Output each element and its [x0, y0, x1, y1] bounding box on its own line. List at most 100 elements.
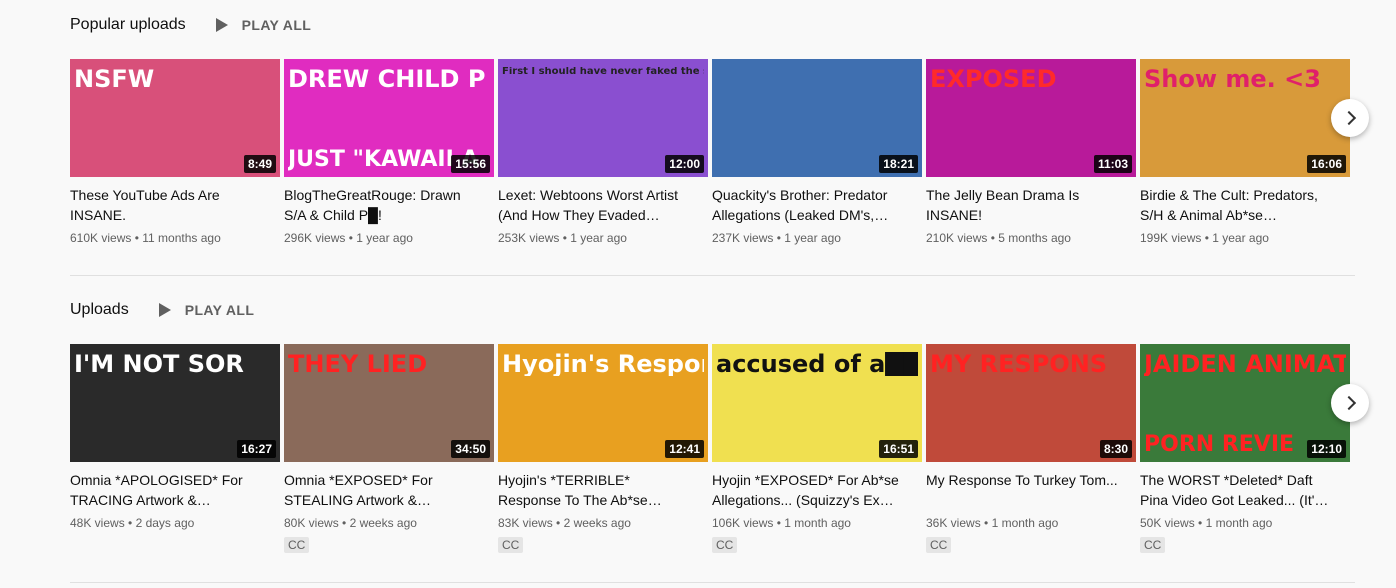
- meta-separator: •: [338, 516, 350, 530]
- video-thumbnail[interactable]: JAIDEN ANIMATIONSPORN REVIE12:10: [1140, 344, 1350, 462]
- view-count: 106K views: [712, 516, 774, 530]
- video-card[interactable]: I'M NOT SOR 16:27 Omnia *APOLOGISED* For T…: [70, 344, 280, 554]
- thumbnail-caption: NSFW: [74, 67, 155, 91]
- video-thumbnail[interactable]: accused of a████ult 16:51: [712, 344, 922, 462]
- meta-separator: •: [1194, 516, 1206, 530]
- view-count: 50K views: [1140, 516, 1195, 530]
- thumbnail-caption: accused of a████ult: [716, 352, 918, 376]
- view-count: 253K views: [498, 231, 560, 245]
- video-meta: 50K views • 1 month ago: [1140, 516, 1350, 530]
- video-thumbnail[interactable]: NSFW 8:49: [70, 59, 280, 177]
- thumbnail-caption: JAIDEN ANIMATIONS: [1144, 352, 1346, 376]
- meta-separator: •: [773, 231, 785, 245]
- thumbnail-caption: EXPOSED: [930, 67, 1057, 91]
- video-card[interactable]: NSFW 8:49 These YouTube Ads Are INSANE. 610…: [70, 59, 280, 245]
- video-card[interactable]: Show me. <3 16:06 Birdie & The Cult: Preda…: [1140, 59, 1350, 245]
- video-title[interactable]: Birdie & The Cult: Predators, S/H & Anim…: [1140, 185, 1350, 225]
- video-row: NSFW 8:49 These YouTube Ads Are INSANE. 610…: [70, 59, 1350, 245]
- upload-age: 1 year ago: [570, 231, 627, 245]
- cc-badge: CC: [712, 537, 738, 553]
- view-count: 199K views: [1140, 231, 1202, 245]
- meta-separator: •: [131, 231, 143, 245]
- video-card[interactable]: THEY LIED 34:50 Omnia *EXPOSED* For STEALI…: [284, 344, 494, 554]
- play-icon: [158, 303, 171, 317]
- duration-badge: 12:00: [665, 155, 704, 173]
- duration-badge: 16:06: [1307, 155, 1346, 173]
- duration-badge: 34:50: [451, 440, 490, 458]
- video-card[interactable]: accused of a████ult 16:51 Hyojin *EXPOSED*…: [712, 344, 922, 554]
- video-title[interactable]: Lexet: Webtoons Worst Artist (And How Th…: [498, 185, 708, 225]
- video-title[interactable]: My Response To Turkey Tom...: [926, 470, 1136, 510]
- play-all-button[interactable]: PLAY ALL: [158, 302, 255, 318]
- meta-separator: •: [987, 231, 999, 245]
- video-card[interactable]: EXPOSED 11:03 The Jelly Bean Drama Is INSA…: [926, 59, 1136, 245]
- next-arrow-button[interactable]: [1331, 99, 1369, 137]
- view-count: 210K views: [926, 231, 988, 245]
- video-card[interactable]: DREW CHILD P JUST "KAWAII A 15:56 BlogTheGr…: [284, 59, 494, 245]
- duration-badge: 12:41: [665, 440, 704, 458]
- upload-age: 1 year ago: [1212, 231, 1269, 245]
- video-thumbnail[interactable]: First I should have never faked the scre…: [498, 59, 708, 177]
- duration-badge: 12:10: [1307, 440, 1346, 458]
- video-thumbnail[interactable]: EXPOSED 11:03: [926, 59, 1136, 177]
- video-title[interactable]: BlogTheGreatRouge: Drawn S/A & Child P█!: [284, 185, 494, 225]
- upload-age: 1 month ago: [784, 516, 851, 530]
- video-title[interactable]: Quackity's Brother: Predator Allegations…: [712, 185, 922, 225]
- thumbnail-caption: Show me. <3: [1144, 67, 1321, 91]
- duration-badge: 18:21: [879, 155, 918, 173]
- upload-age: 5 months ago: [998, 231, 1071, 245]
- view-count: 610K views: [70, 231, 132, 245]
- cc-badge: CC: [498, 537, 524, 553]
- thumbnail-caption: MY RESPONS: [930, 352, 1108, 376]
- chevron-right-icon: [1341, 110, 1356, 126]
- video-meta: 48K views • 2 days ago: [70, 516, 280, 530]
- shelf-header: Uploads PLAY ALL: [70, 295, 1355, 325]
- video-title[interactable]: Hyojin's *TERRIBLE* Response To The Ab*s…: [498, 470, 708, 510]
- view-count: 80K views: [284, 516, 339, 530]
- chevron-right-icon: [1341, 395, 1356, 411]
- video-thumbnail[interactable]: Show me. <3 16:06: [1140, 59, 1350, 177]
- video-thumbnail[interactable]: DREW CHILD P JUST "KAWAII A 15:56: [284, 59, 494, 177]
- video-title[interactable]: Omnia *EXPOSED* For STEALING Artwork &…: [284, 470, 494, 510]
- view-count: 296K views: [284, 231, 346, 245]
- view-count: 237K views: [712, 231, 774, 245]
- video-title[interactable]: These YouTube Ads Are INSANE.: [70, 185, 280, 225]
- shelf-title[interactable]: Uploads: [70, 301, 129, 319]
- meta-separator: •: [980, 516, 992, 530]
- thumbnail-caption: I'M NOT SOR: [74, 352, 244, 376]
- play-all-button[interactable]: PLAY ALL: [215, 17, 312, 33]
- video-meta: 83K views • 2 weeks ago: [498, 516, 708, 530]
- upload-age: 1 month ago: [1205, 516, 1273, 530]
- video-meta: 296K views • 1 year ago: [284, 231, 494, 245]
- duration-badge: 11:03: [1093, 155, 1132, 173]
- view-count: 48K views: [70, 516, 125, 530]
- video-thumbnail[interactable]: I'M NOT SOR 16:27: [70, 344, 280, 462]
- meta-separator: •: [773, 516, 785, 530]
- thumbnail-caption: DREW CHILD P: [288, 67, 486, 91]
- video-card[interactable]: First I should have never faked the scre…: [498, 59, 708, 245]
- meta-separator: •: [559, 231, 571, 245]
- video-thumbnail[interactable]: Hyojin's Respon 12:41: [498, 344, 708, 462]
- meta-separator: •: [345, 231, 357, 245]
- video-thumbnail[interactable]: 18:21: [712, 59, 922, 177]
- upload-age: 1 year ago: [356, 231, 413, 245]
- video-title[interactable]: Hyojin *EXPOSED* For Ab*se Allegations..…: [712, 470, 922, 510]
- video-thumbnail[interactable]: MY RESPONS 8:30: [926, 344, 1136, 462]
- video-card[interactable]: 18:21 Quackity's Brother: Predator Allega…: [712, 59, 922, 245]
- video-thumbnail[interactable]: THEY LIED 34:50: [284, 344, 494, 462]
- video-title[interactable]: The Jelly Bean Drama Is INSANE!: [926, 185, 1136, 225]
- next-arrow-button[interactable]: [1331, 384, 1369, 422]
- play-icon: [215, 18, 228, 32]
- thumbnail-caption: First I should have never faked the scre…: [502, 67, 704, 77]
- view-count: 36K views: [926, 516, 981, 530]
- shelf-title[interactable]: Popular uploads: [70, 16, 186, 34]
- video-card[interactable]: JAIDEN ANIMATIONSPORN REVIE12:10 The WORS…: [1140, 344, 1350, 554]
- video-title[interactable]: Omnia *APOLOGISED* For TRACING Artwork &…: [70, 470, 280, 510]
- duration-badge: 8:30: [1099, 440, 1132, 458]
- video-meta: 199K views • 1 year ago: [1140, 231, 1350, 245]
- video-card[interactable]: MY RESPONS 8:30 My Response To Turkey Tom.…: [926, 344, 1136, 554]
- video-card[interactable]: Hyojin's Respon 12:41 Hyojin's *TERRIBLE* …: [498, 344, 708, 554]
- video-meta: 610K views • 11 months ago: [70, 231, 280, 245]
- video-meta: 253K views • 1 year ago: [498, 231, 708, 245]
- video-title[interactable]: The WORST *Deleted* Daft Pina Video Got …: [1140, 470, 1350, 510]
